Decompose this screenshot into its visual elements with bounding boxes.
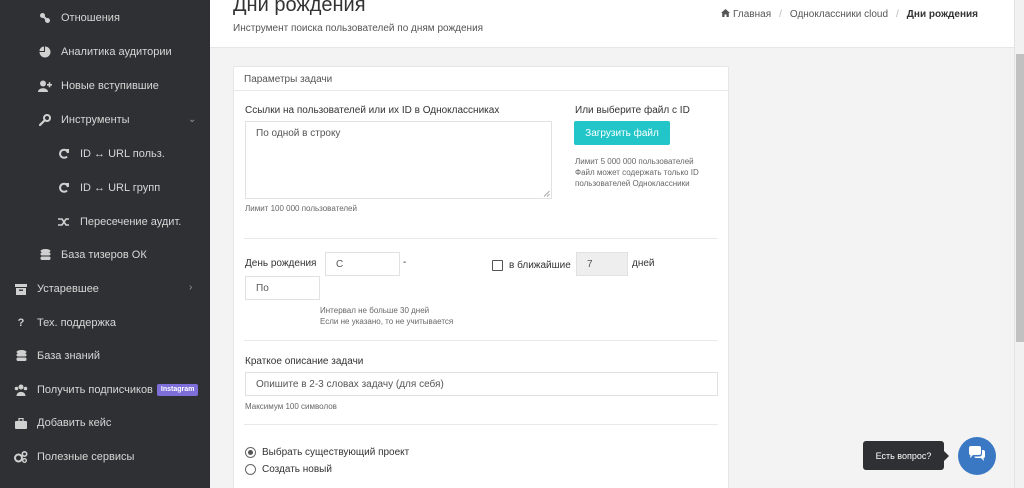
- sidebar-item-label: Добавить кейс: [37, 417, 112, 429]
- database-icon: [38, 248, 52, 262]
- sidebar-item-label: Устаревшее: [37, 283, 99, 295]
- task-params-panel: Параметры задачи Ссылки на пользователей…: [233, 66, 729, 488]
- sidebar-item-teaser-base[interactable]: База тизеров ОК: [38, 245, 147, 265]
- sidebar-item-useful-services[interactable]: Полезные сервисы: [14, 447, 134, 467]
- users-icon: [14, 383, 28, 397]
- birthday-from-input[interactable]: С: [325, 252, 400, 276]
- user-plus-icon: [38, 79, 52, 93]
- breadcrumb: Главная / Одноклассники cloud / Дни рожд…: [721, 9, 978, 20]
- divider: [244, 340, 718, 341]
- sidebar-item-tools[interactable]: Инструменты: [38, 110, 130, 130]
- sidebar-item-id-url-users[interactable]: ID ↔ URL польз.: [57, 144, 165, 164]
- scrollbar-thumb[interactable]: [1016, 54, 1024, 342]
- briefcase-icon: [14, 416, 28, 430]
- cogs-icon: [14, 450, 28, 464]
- divider: [244, 424, 718, 425]
- refresh-icon: [57, 147, 71, 161]
- sidebar-item-label: Пересечение аудит.: [80, 216, 182, 228]
- interval-hint-2: Если не указано, то не учитывается: [320, 317, 454, 326]
- sidebar-item-label: Получить подписчиков: [37, 384, 153, 396]
- links-label: Ссылки на пользователей или их ID в Одно…: [245, 105, 500, 116]
- file-type-hint: Файл может содержать только ID: [575, 168, 699, 177]
- sidebar-item-label: ID ↔ URL групп: [80, 182, 161, 194]
- new-project-radio[interactable]: [245, 464, 256, 475]
- file-type-hint-2: пользователей Одноклассники: [575, 179, 690, 188]
- chevron-right-icon: ›: [189, 282, 193, 293]
- days-label: дней: [632, 258, 655, 269]
- sidebar-item-label: База знаний: [37, 350, 101, 362]
- new-project-label[interactable]: Создать новый: [262, 464, 332, 475]
- sidebar: Отношения Аналитика аудитории Новые всту…: [0, 0, 210, 488]
- range-dash: -: [403, 257, 407, 268]
- question-icon: ?: [17, 317, 25, 329]
- sidebar-item-label: Полезные сервисы: [37, 451, 135, 463]
- existing-project-radio[interactable]: [245, 447, 256, 458]
- sidebar-item-label: Тех. поддержка: [37, 317, 117, 329]
- sidebar-item-label: ID ↔ URL польз.: [80, 148, 165, 160]
- breadcrumb-separator: /: [896, 9, 899, 20]
- interval-hint: Интервал не больше 30 дней: [320, 306, 430, 315]
- page-subtitle: Инструмент поиска пользователей по дням …: [233, 23, 484, 34]
- shuffle-icon: [57, 215, 71, 229]
- breadcrumb-section[interactable]: Одноклассники cloud: [790, 9, 888, 20]
- sidebar-item-add-case[interactable]: Добавить кейс: [14, 413, 111, 433]
- database-icon: [14, 349, 28, 363]
- birthday-to-input[interactable]: По: [245, 276, 320, 300]
- archive-icon: [14, 282, 28, 296]
- nearest-days-input[interactable]: 7: [576, 252, 628, 276]
- pie-chart-icon: [38, 45, 52, 59]
- instagram-badge: Instagram: [156, 384, 199, 396]
- description-label: Краткое описание задачи: [245, 356, 364, 367]
- page-header: Дни рождения Инструмент поиска пользоват…: [210, 0, 1014, 48]
- sidebar-item-label: База тизеров ОК: [61, 249, 147, 261]
- links-textarea[interactable]: По одной в строку: [245, 121, 552, 199]
- chat-tooltip[interactable]: Есть вопрос?: [863, 441, 949, 470]
- sidebar-item-audience-analytics[interactable]: Аналитика аудитории: [38, 42, 172, 62]
- chevron-down-icon: ⌄: [188, 114, 197, 125]
- chat-button[interactable]: [958, 437, 996, 475]
- breadcrumb-separator: /: [779, 9, 782, 20]
- sidebar-item-audience-intersection[interactable]: Пересечение аудит.: [57, 212, 181, 232]
- sidebar-item-id-url-groups[interactable]: ID ↔ URL групп: [57, 178, 160, 198]
- wrench-icon: [38, 113, 52, 127]
- sidebar-item-label: Аналитика аудитории: [61, 46, 172, 58]
- description-placeholder: Опишите в 2-3 словах задачу (для себя): [256, 378, 444, 390]
- breadcrumb-current: Дни рождения: [906, 9, 978, 20]
- birthday-label: День рождения: [245, 258, 317, 269]
- sidebar-item-support[interactable]: ? Тех. поддержка: [14, 313, 116, 333]
- sidebar-item-label: Новые вступившие: [61, 80, 159, 92]
- nearest-checkbox[interactable]: [492, 260, 503, 271]
- sidebar-item-get-subscribers[interactable]: Получить подписчиков Instagram: [14, 380, 199, 400]
- existing-project-label[interactable]: Выбрать существующий проект: [262, 447, 409, 458]
- resize-grip-icon[interactable]: [543, 190, 550, 197]
- link-icon: [38, 11, 52, 25]
- refresh-icon: [57, 181, 71, 195]
- file-label: Или выберите файл с ID: [575, 105, 690, 116]
- page-scrollbar[interactable]: [1014, 0, 1024, 488]
- file-limit-hint: Лимит 5 000 000 пользователей: [575, 157, 694, 166]
- home-icon: [721, 9, 731, 20]
- breadcrumb-home[interactable]: Главная: [733, 9, 771, 20]
- sidebar-item-new-members[interactable]: Новые вступившие: [38, 76, 159, 96]
- description-hint: Максимум 100 символов: [245, 402, 337, 411]
- chat-bubbles-icon: [968, 445, 986, 467]
- sidebar-item-knowledge-base[interactable]: База знаний: [14, 346, 100, 366]
- description-input[interactable]: Опишите в 2-3 словах задачу (для себя): [245, 372, 718, 396]
- sidebar-item-label: Инструменты: [61, 114, 130, 126]
- from-placeholder: С: [336, 258, 344, 270]
- to-placeholder: По: [256, 282, 269, 294]
- sidebar-item-relations[interactable]: Отношения: [38, 8, 120, 28]
- links-limit-hint: Лимит 100 000 пользователей: [245, 204, 357, 213]
- panel-title: Параметры задачи: [234, 67, 728, 91]
- sidebar-item-label: Отношения: [61, 12, 120, 24]
- divider: [244, 238, 718, 239]
- sidebar-item-deprecated[interactable]: Устаревшее: [14, 279, 99, 299]
- nearest-days-value: 7: [587, 258, 593, 270]
- links-placeholder: По одной в строку: [256, 128, 341, 139]
- page-title: Дни рождения: [233, 0, 366, 16]
- nearest-label: в ближайшие: [509, 260, 571, 271]
- upload-file-button[interactable]: Загрузить файл: [574, 121, 670, 145]
